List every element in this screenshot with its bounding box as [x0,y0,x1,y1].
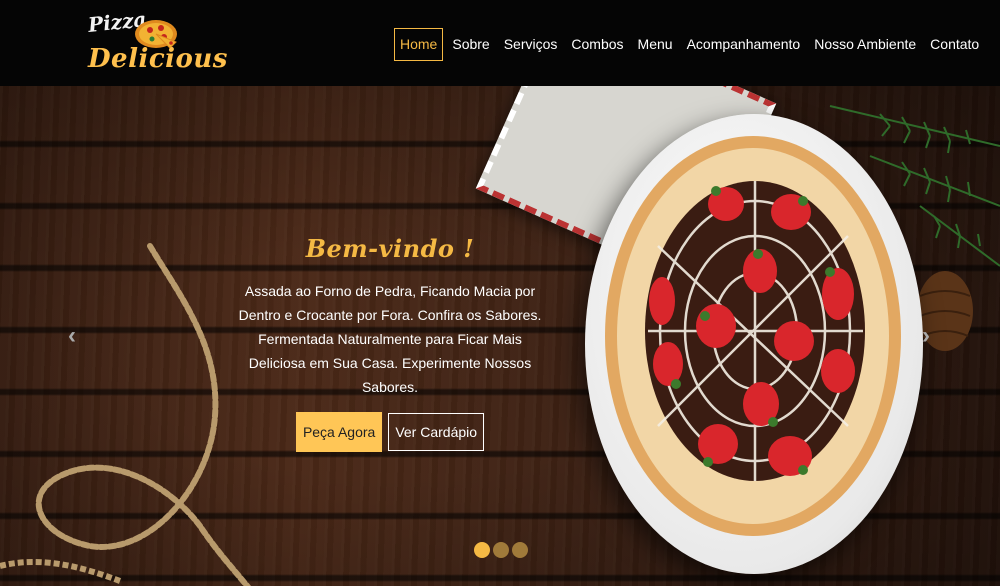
nav-contato[interactable]: Contato [923,28,986,61]
nav-menu[interactable]: Menu [631,28,680,61]
hero-buttons: Peça Agora Ver Cardápio [230,412,550,452]
view-menu-button[interactable]: Ver Cardápio [388,413,485,451]
chevron-right-icon[interactable]: › [922,322,930,350]
hero-carousel: Bem-vindo ! Assada ao Forno de Pedra, Fi… [0,86,1000,586]
order-now-button[interactable]: Peça Agora [295,412,383,452]
chevron-left-icon[interactable]: ‹ [68,322,76,350]
carousel-dot-3[interactable] [512,542,528,558]
nav-combos[interactable]: Combos [564,28,630,61]
brand-line2: Delicious [88,44,228,74]
pizza-image [605,136,901,536]
rope-decoration [0,243,251,586]
nav-servicos[interactable]: Serviços [497,28,565,61]
carousel-dot-2[interactable] [493,542,509,558]
hero-caption: Bem-vindo ! Assada ao Forno de Pedra, Fi… [230,234,550,452]
nav-home[interactable]: Home [394,28,444,61]
brand-logo[interactable]: Pizza Delicious [86,7,228,78]
hero-title: Bem-vindo ! [305,234,475,263]
main-nav: Home Sobre Serviços Combos Menu Acompanh… [394,28,986,61]
nav-sobre[interactable]: Sobre [445,28,496,61]
nav-nosso-ambiente[interactable]: Nosso Ambiente [807,28,923,61]
header: Pizza Delicious Home Sobre Serviços Comb… [0,0,1000,86]
hero-description: Assada ao Forno de Pedra, Ficando Macia … [238,283,542,395]
nav-acompanhamento[interactable]: Acompanhamento [680,28,808,61]
carousel-dot-1[interactable] [474,542,490,558]
carousel-indicators [474,542,528,558]
